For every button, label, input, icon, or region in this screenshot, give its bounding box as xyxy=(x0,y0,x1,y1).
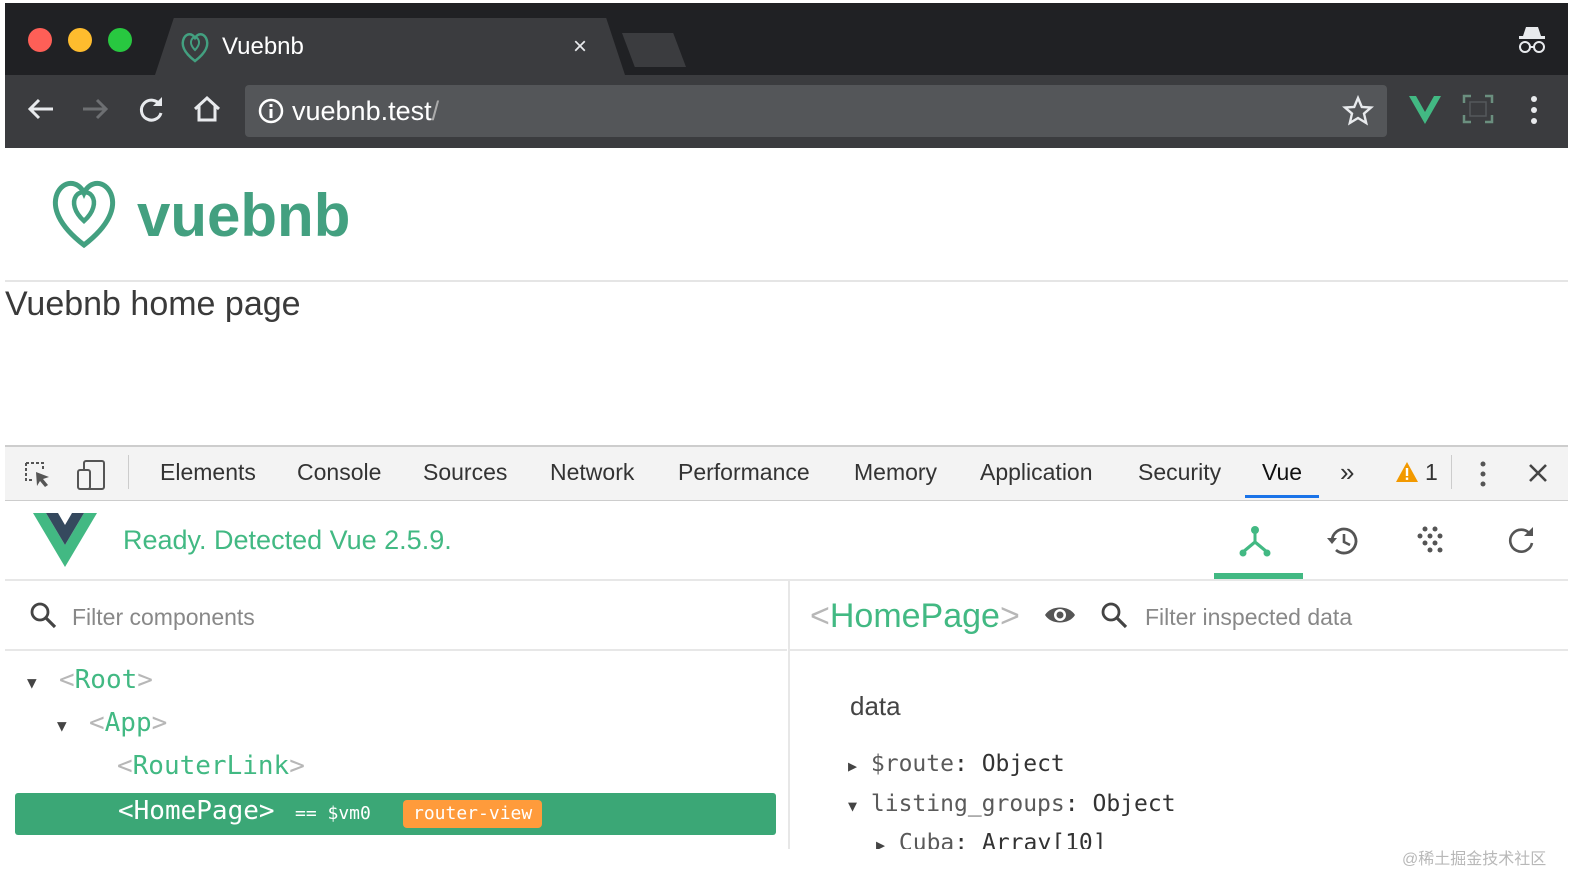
vue-devtools-header: Ready. Detected Vue 2.5.9. xyxy=(5,501,1568,581)
back-arrow-icon[interactable] xyxy=(25,93,57,125)
device-toolbar-icon[interactable] xyxy=(75,458,107,492)
info-icon[interactable] xyxy=(257,97,285,125)
search-icon xyxy=(30,602,57,629)
vue-devtools-extension-icon[interactable] xyxy=(1407,93,1443,127)
toolbar-separator xyxy=(1451,455,1452,489)
tree-node-homepage-selected[interactable]: <HomePage> == $vm0 router-view xyxy=(15,793,776,835)
tab-security[interactable]: Security xyxy=(1138,459,1221,486)
tab-performance[interactable]: Performance xyxy=(678,459,810,486)
minimize-window-button[interactable] xyxy=(68,28,92,52)
vue-status-text: Ready. Detected Vue 2.5.9. xyxy=(123,525,452,555)
reload-icon[interactable] xyxy=(135,93,167,125)
tab-application[interactable]: Application xyxy=(980,459,1093,486)
home-icon[interactable] xyxy=(191,93,223,125)
inspected-component-name: <HomePage> xyxy=(810,597,1020,635)
vuebnb-logo-icon xyxy=(52,180,116,249)
caret-right-icon[interactable]: ▶ xyxy=(848,757,857,775)
tab-console[interactable]: Console xyxy=(297,459,381,486)
warning-count[interactable]: 1 xyxy=(1425,459,1438,486)
filter-components-bar: Filter components xyxy=(5,581,787,651)
header-divider xyxy=(5,280,1568,282)
tab-sources[interactable]: Sources xyxy=(423,459,507,486)
tree-node-routerlink[interactable]: <RouterLink> xyxy=(117,751,305,791)
eye-icon[interactable] xyxy=(1043,603,1077,627)
filter-data-input[interactable]: Filter inspected data xyxy=(1145,604,1352,631)
vuebnb-favicon-icon xyxy=(181,33,209,63)
incognito-icon xyxy=(1519,27,1545,53)
forward-arrow-icon[interactable] xyxy=(79,93,111,125)
tab-title: Vuebnb xyxy=(222,33,304,60)
devtools-tab-bar: Elements Console Sources Network Perform… xyxy=(5,445,1568,501)
title-bar: Vuebnb × xyxy=(5,3,1568,75)
vm-reference: == $vm0 xyxy=(295,803,371,824)
tab-memory[interactable]: Memory xyxy=(854,459,937,486)
data-section-label: data xyxy=(850,691,901,721)
address-bar[interactable]: vuebnb.test/ xyxy=(245,85,1387,137)
active-view-indicator xyxy=(1214,573,1303,579)
prop-cuba[interactable]: ▶ Cuba: Array[10] xyxy=(876,830,1107,849)
search-icon xyxy=(1101,602,1128,629)
caret-down-icon[interactable]: ▼ xyxy=(57,716,67,735)
refresh-icon[interactable] xyxy=(1505,524,1537,556)
more-tabs-button[interactable]: » xyxy=(1340,457,1354,488)
screen-capture-extension-icon[interactable] xyxy=(1461,93,1495,125)
caret-down-icon[interactable]: ▼ xyxy=(848,797,857,815)
page-heading: Vuebnb home page xyxy=(5,285,301,323)
browser-window: Vuebnb × vuebnb.test/ vuebnb Vuebnb home… xyxy=(5,3,1568,849)
warning-icon[interactable] xyxy=(1395,461,1419,483)
tab-vue[interactable]: Vue xyxy=(1245,459,1320,498)
watermark: @稀土掘金技术社区 xyxy=(1402,851,1547,868)
inspect-element-icon[interactable] xyxy=(23,460,53,490)
tab-network[interactable]: Network xyxy=(550,459,634,486)
components-pane: Filter components ▼ <Root> ▼ <App> <Rout… xyxy=(5,581,787,849)
maximize-window-button[interactable] xyxy=(108,28,132,52)
close-window-button[interactable] xyxy=(28,28,52,52)
bookmark-star-icon[interactable] xyxy=(1342,95,1374,127)
tab-close-button[interactable]: × xyxy=(573,33,587,61)
caret-down-icon[interactable]: ▼ xyxy=(27,673,37,692)
url-text[interactable]: vuebnb.test/ xyxy=(292,96,439,127)
selected-component-name: <HomePage> xyxy=(118,796,275,826)
tab-elements[interactable]: Elements xyxy=(160,459,256,486)
inspector-header: <HomePage> Filter inspected data xyxy=(790,581,1568,651)
caret-right-icon[interactable]: ▶ xyxy=(876,836,885,849)
toolbar-separator xyxy=(128,455,129,489)
filter-components-input[interactable]: Filter components xyxy=(72,604,255,631)
browser-toolbar: vuebnb.test/ xyxy=(5,75,1568,148)
devtools-menu-icon[interactable] xyxy=(1475,459,1491,489)
vue-logo-icon xyxy=(33,513,97,567)
site-logo-text[interactable]: vuebnb xyxy=(137,181,350,250)
prop-route[interactable]: ▶ $route: Object xyxy=(848,751,1065,777)
inspector-pane: <HomePage> Filter inspected data data ▶ … xyxy=(788,581,1568,849)
vuex-dots-icon[interactable] xyxy=(1416,525,1446,555)
components-tree-icon[interactable] xyxy=(1238,524,1272,558)
close-devtools-icon[interactable] xyxy=(1527,462,1549,484)
browser-menu-icon[interactable] xyxy=(1524,93,1544,127)
router-view-badge: router-view xyxy=(403,800,543,828)
prop-listing-groups[interactable]: ▼ listing_groups: Object xyxy=(848,791,1176,817)
new-tab-button[interactable] xyxy=(622,33,686,67)
history-icon[interactable] xyxy=(1325,523,1361,559)
